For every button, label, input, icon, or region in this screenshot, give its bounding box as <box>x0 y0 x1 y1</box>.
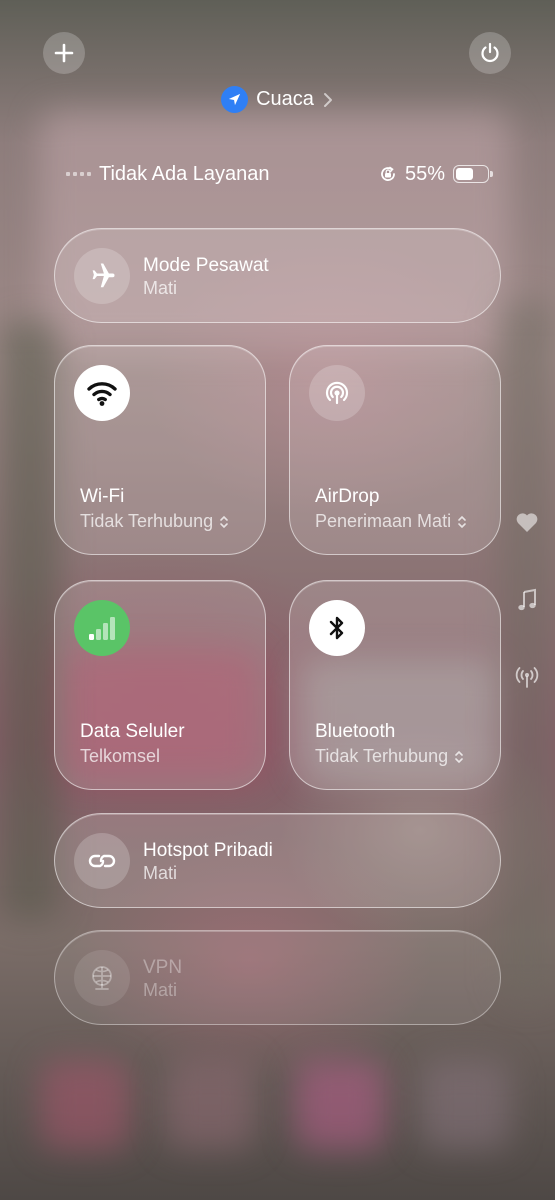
signal-dots-icon <box>66 172 91 176</box>
airdrop-tile[interactable]: AirDrop Penerimaan Mati <box>289 345 501 555</box>
chevron-updown-icon <box>220 515 228 528</box>
airdrop-icon <box>309 365 365 421</box>
hotspot-link-icon <box>74 833 130 889</box>
wifi-icon <box>74 365 130 421</box>
plus-icon <box>54 43 74 63</box>
bluetooth-status: Tidak Terhubung <box>315 746 449 766</box>
personal-hotspot-toggle[interactable]: Hotspot Pribadi Mati <box>54 813 501 908</box>
bluetooth-icon <box>309 600 365 656</box>
hotspot-title: Hotspot Pribadi <box>143 840 273 861</box>
add-control-button[interactable] <box>43 32 85 74</box>
vpn-status: Mati <box>143 980 178 1000</box>
airdrop-title: AirDrop <box>315 486 380 507</box>
status-bar: Tidak Ada Layanan 55% <box>66 160 493 188</box>
cellular-status: Telkomsel <box>80 746 161 766</box>
hotspot-status: Mati <box>143 863 178 883</box>
chevron-updown-icon <box>458 515 466 528</box>
wifi-status: Tidak Terhubung <box>80 511 214 531</box>
chevron-updown-icon <box>455 750 463 763</box>
airplane-status: Mati <box>143 278 178 298</box>
weather-label: Cuaca <box>256 88 314 110</box>
power-button[interactable] <box>469 32 511 74</box>
cellular-data-tile[interactable]: Data Seluler Telkomsel <box>54 580 266 790</box>
airdrop-status: Penerimaan Mati <box>315 511 452 531</box>
battery-icon <box>453 165 493 183</box>
airplane-icon <box>74 248 130 304</box>
weather-location-link[interactable]: Cuaca <box>0 86 555 113</box>
wifi-tile[interactable]: Wi-Fi Tidak Terhubung <box>54 345 266 555</box>
power-icon <box>481 42 499 63</box>
music-note-icon[interactable] <box>512 585 542 615</box>
location-arrow-icon <box>221 86 249 113</box>
antenna-icon[interactable] <box>512 662 542 692</box>
wifi-title: Wi-Fi <box>80 486 125 507</box>
carrier-label: Tidak Ada Layanan <box>99 162 270 185</box>
vpn-title: VPN <box>143 957 183 978</box>
airplane-mode-toggle[interactable]: Mode Pesawat Mati <box>54 228 501 323</box>
airdrop-status-row: Penerimaan Mati <box>315 511 467 532</box>
vpn-globe-icon <box>74 950 130 1006</box>
heart-icon[interactable] <box>512 507 542 537</box>
orientation-lock-icon <box>381 166 395 181</box>
cellular-title: Data Seluler <box>80 721 185 742</box>
bluetooth-tile[interactable]: Bluetooth Tidak Terhubung <box>289 580 501 790</box>
battery-percent: 55% <box>404 162 445 185</box>
airplane-title: Mode Pesawat <box>143 255 269 276</box>
chevron-right-icon <box>323 92 332 107</box>
wifi-status-row: Tidak Terhubung <box>80 511 229 532</box>
bluetooth-title: Bluetooth <box>315 721 396 742</box>
vpn-toggle[interactable]: VPN Mati <box>54 930 501 1025</box>
cellular-icon <box>74 600 130 656</box>
bluetooth-status-row: Tidak Terhubung <box>315 746 464 767</box>
